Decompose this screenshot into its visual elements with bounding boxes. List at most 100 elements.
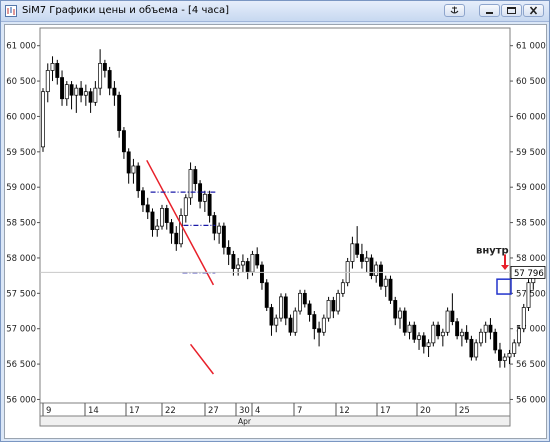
- candle-body: [60, 77, 64, 100]
- candle-body: [50, 63, 55, 71]
- candle-body: [393, 300, 398, 319]
- restore-icon: [507, 7, 516, 14]
- candle-body: [426, 342, 431, 347]
- y-tick-label-right: 59 500: [516, 148, 546, 158]
- y-tick-label-right: 56 000: [516, 395, 546, 405]
- candle-body: [317, 328, 322, 333]
- x-tick-label: 4: [255, 406, 260, 416]
- candle-body: [321, 317, 326, 333]
- candle-body: [179, 215, 183, 245]
- pin-button[interactable]: [444, 4, 465, 17]
- candle-body: [388, 278, 393, 301]
- candle-body: [217, 225, 222, 234]
- window-title: SiM7 Графики цены и объема - [4 часа]: [22, 5, 230, 16]
- candle-body: [474, 342, 479, 358]
- candle-body: [141, 190, 145, 206]
- candle-body: [174, 232, 179, 245]
- candle-body: [155, 225, 160, 231]
- candle-body: [245, 261, 250, 273]
- candle-body: [117, 94, 122, 131]
- candle-body: [478, 331, 483, 344]
- candle-body: [121, 130, 126, 153]
- candle-body: [55, 63, 60, 78]
- candle-body: [298, 292, 302, 312]
- y-tick-label-left: 60 000: [6, 112, 36, 122]
- candle-body: [240, 261, 245, 266]
- candle-body: [164, 208, 169, 223]
- candle-body: [331, 300, 336, 312]
- anchor-icon: [450, 6, 459, 14]
- candle-body: [64, 84, 69, 100]
- candle-body: [274, 317, 279, 326]
- candle-body: [41, 91, 45, 148]
- candle-body: [69, 84, 74, 96]
- month-strip: [39, 415, 511, 427]
- x-tick-label: 9: [46, 406, 51, 416]
- candle-body: [131, 165, 136, 174]
- candle-body: [236, 264, 241, 269]
- y-tick-label-right: 57 500: [516, 289, 546, 299]
- candle-body: [517, 328, 521, 344]
- candle-body: [526, 282, 531, 308]
- candle-body: [450, 310, 455, 322]
- y-tick-label-left: 59 500: [6, 148, 36, 158]
- candle-body: [336, 292, 341, 312]
- candle-body: [126, 151, 131, 174]
- restore-button[interactable]: [501, 4, 522, 17]
- y-tick-label-right: 58 000: [516, 254, 546, 264]
- candle-body: [412, 324, 417, 340]
- candle-body: [83, 91, 88, 96]
- candle-body: [350, 243, 355, 262]
- candle-body: [521, 307, 526, 330]
- x-tick-label: 14: [88, 406, 99, 416]
- candle-body: [326, 300, 331, 319]
- candle-body: [431, 324, 436, 344]
- candle-body: [150, 211, 155, 231]
- candle-body: [402, 310, 407, 333]
- y-tick-label-right: 59 000: [516, 183, 546, 193]
- candle-body: [283, 296, 288, 319]
- chart-app-icon: [5, 5, 17, 17]
- chart-area[interactable]: 61 000 61 000 60 500 60 500 60 000 60 000 59 5…: [4, 24, 547, 439]
- candle-body: [88, 91, 93, 103]
- price-chart[interactable]: 61 000 61 000 60 500 60 500 60 000 60 000 59 5…: [5, 25, 546, 438]
- candle-body: [340, 282, 345, 294]
- candle-body: [279, 296, 283, 319]
- y-tick-label-right: 61 000: [516, 42, 546, 52]
- candle-body: [93, 87, 98, 103]
- candle-body: [250, 254, 255, 273]
- candle-body: [383, 278, 388, 287]
- candle-body: [221, 225, 226, 248]
- candle-body: [112, 87, 117, 96]
- close-button[interactable]: [523, 4, 544, 17]
- x-tick-label: 22: [165, 406, 176, 416]
- last-price-label: 57 796: [514, 269, 544, 279]
- candle-body: [507, 353, 512, 358]
- x-tick-label: 12: [339, 406, 350, 416]
- y-tick-label-left: 56 000: [6, 395, 36, 405]
- candle-body: [107, 70, 112, 89]
- candle-body: [183, 197, 188, 216]
- candle-body: [264, 282, 269, 308]
- y-tick-label-left: 60 500: [6, 77, 36, 87]
- candle-body: [102, 63, 107, 71]
- minimize-icon: [486, 12, 493, 14]
- candle-body: [369, 257, 374, 276]
- candle-body: [440, 331, 445, 337]
- x-tick-label: 20: [420, 406, 431, 416]
- title-bar[interactable]: SiM7 Графики цены и объема - [4 часа]: [1, 1, 549, 22]
- candle-body: [493, 331, 498, 351]
- candle-body: [193, 169, 198, 185]
- y-tick-label-left: 56 500: [6, 360, 36, 370]
- y-tick-label-right: 58 500: [516, 219, 546, 229]
- candle-body: [169, 222, 174, 234]
- x-tick-label: 7: [297, 406, 302, 416]
- candle-body: [398, 310, 402, 319]
- y-tick-label-left: 59 000: [6, 183, 36, 193]
- month-label: Apr: [238, 417, 252, 426]
- candle-body: [488, 324, 493, 333]
- candle-body: [459, 331, 464, 337]
- minimize-button[interactable]: [479, 4, 500, 17]
- candle-body: [226, 246, 231, 255]
- y-tick-label-left: 61 000: [6, 42, 36, 52]
